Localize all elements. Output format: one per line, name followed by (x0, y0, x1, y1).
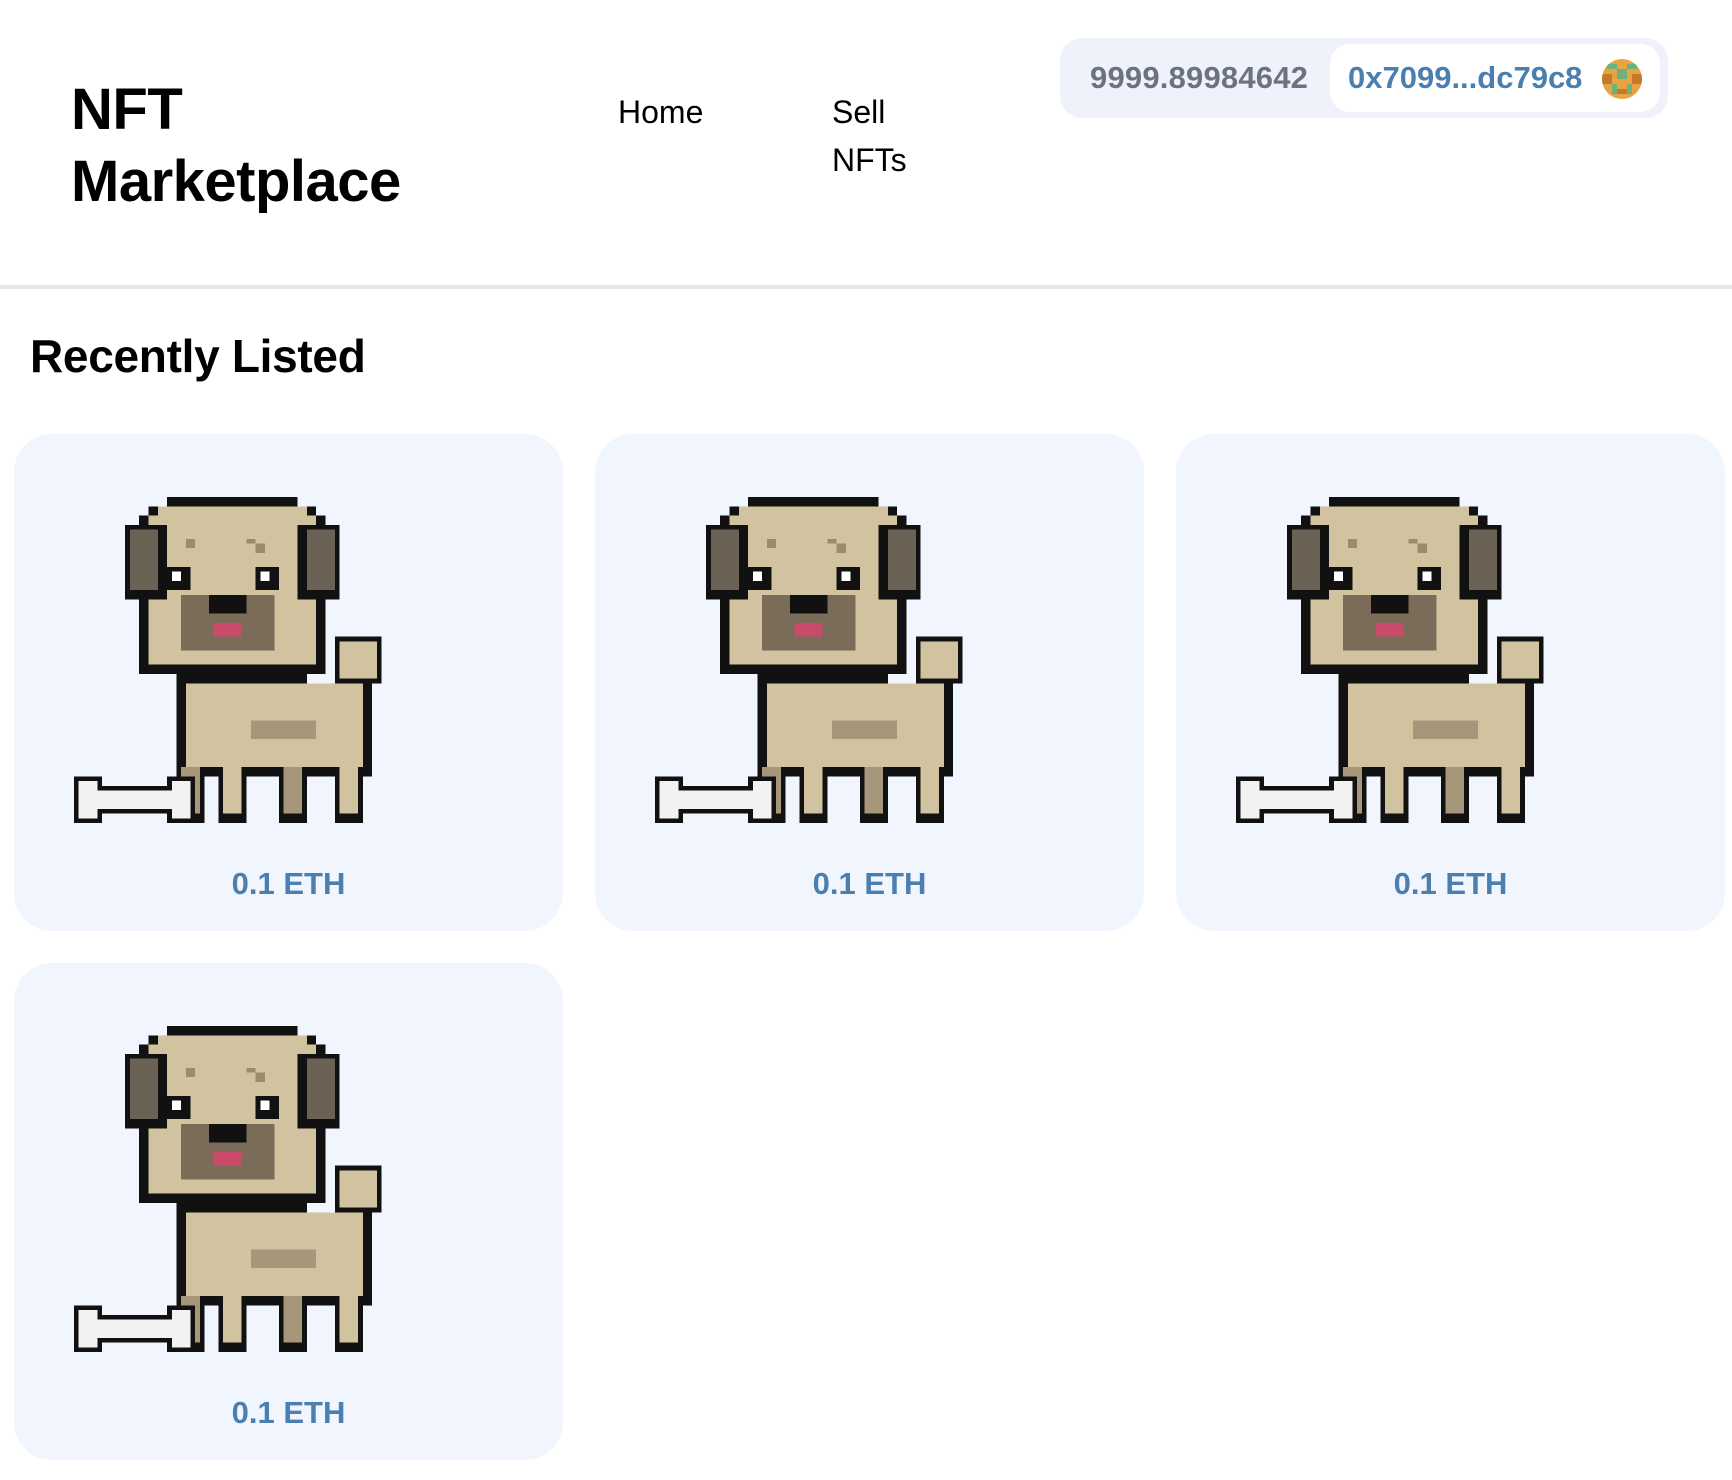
pug-nft-icon (61, 497, 441, 851)
wallet-address: 0x7099...dc79c8 (1348, 60, 1583, 95)
nft-card[interactable]: 0.1 ETH (14, 434, 563, 931)
site-header: NFT Marketplace Home Sell NFTs 9999.8998… (0, 0, 1732, 289)
wallet-balance: 9999.89984642 (1090, 60, 1309, 95)
nft-price: 0.1 ETH (231, 866, 346, 901)
nft-price: 0.1 ETH (812, 866, 927, 901)
pug-nft-icon (1223, 497, 1603, 851)
pug-nft-icon (642, 497, 1022, 851)
nav-home-link[interactable]: Home (618, 88, 703, 136)
nft-price: 0.1 ETH (231, 1395, 346, 1430)
nav-sell-nfts-link[interactable]: Sell NFTs (832, 88, 952, 184)
wallet-avatar-icon (1602, 59, 1642, 99)
nft-card[interactable]: 0.1 ETH (14, 963, 563, 1460)
nft-price: 0.1 ETH (1393, 866, 1508, 901)
site-brand[interactable]: NFT Marketplace (71, 74, 471, 218)
wallet-connect-button[interactable]: 9999.89984642 0x7099...dc79c8 (1060, 38, 1668, 118)
section-title: Recently Listed (30, 330, 366, 382)
pug-nft-icon (61, 1026, 441, 1380)
nft-card[interactable]: 0.1 ETH (595, 434, 1144, 931)
nft-card[interactable]: 0.1 ETH (1176, 434, 1725, 931)
wallet-account[interactable]: 0x7099...dc79c8 (1330, 44, 1660, 112)
